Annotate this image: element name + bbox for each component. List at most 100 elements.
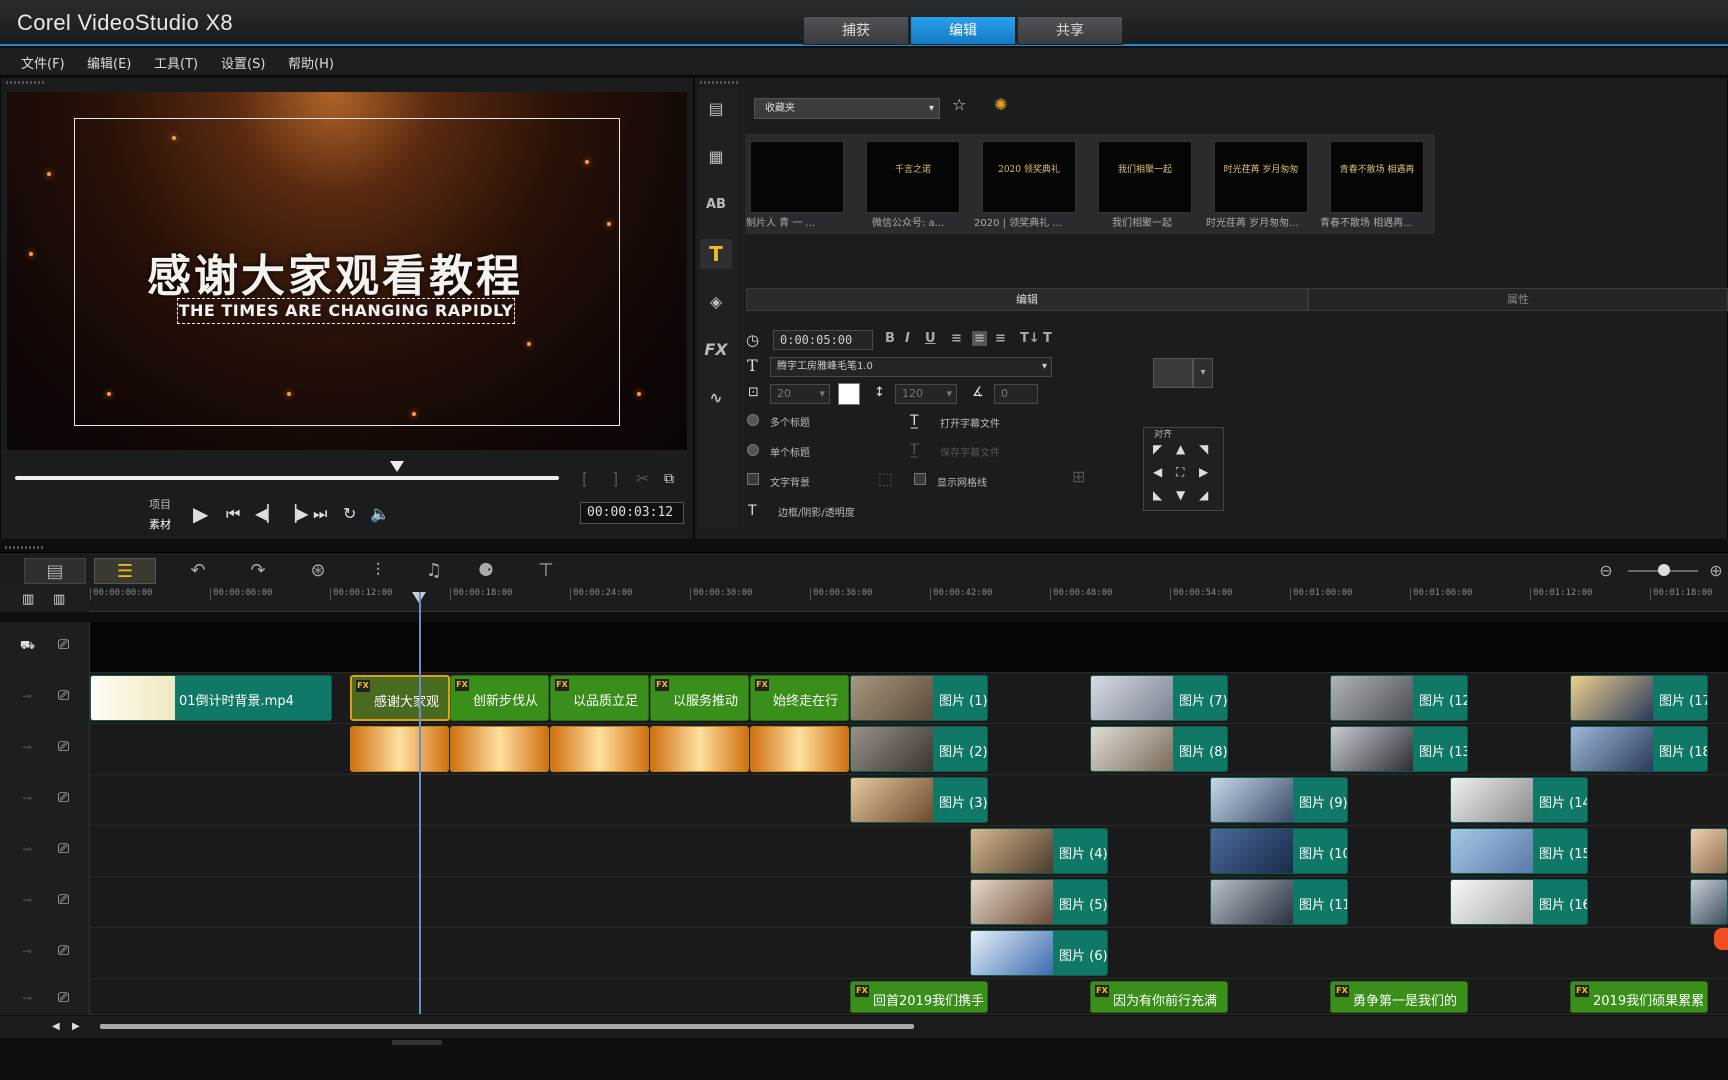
timeline-clip[interactable] [550,726,649,772]
align-top-right-icon[interactable]: ◥ [1199,440,1208,458]
lock-icon[interactable]: ⊸ [22,840,32,858]
mode-project-label[interactable]: 项目 [149,496,171,512]
timeline-clip[interactable]: 图片 (13 [1330,726,1468,772]
timeline-clip[interactable]: 图片 (8). [1090,726,1228,772]
menu-help[interactable]: 帮助(H) [288,53,334,72]
undo-icon[interactable]: ↶ [182,558,214,584]
align-bottom-icon[interactable]: ▼ [1176,486,1185,504]
timeline-scrollbar[interactable] [100,1024,914,1029]
volume-icon[interactable]: 🔈 [370,505,390,523]
single-title-radio[interactable] [747,444,759,456]
timeline-clip[interactable]: FX 创新步伐从 [450,675,549,721]
text-flip-icon[interactable]: T [1043,331,1052,346]
media-icon[interactable]: ▤ [700,94,732,124]
timeline-clip[interactable] [1690,828,1728,874]
transition-icon[interactable]: AB [700,190,732,220]
timeline-clip[interactable]: FX 始终走在行 [750,675,849,721]
font-select[interactable]: 腾字工房雅峰毛笔1.0 ▾ [770,357,1052,377]
tab-edit[interactable]: 编辑 [910,16,1016,45]
play-icon[interactable]: ▶ [193,504,208,524]
zoom-slider-handle[interactable] [1658,564,1670,576]
align-center-icon[interactable]: ≡ [972,331,987,346]
track-camera-icon[interactable]: ⎚ [58,636,69,654]
timeline-clip[interactable]: FX 因为有你前行充满 [1090,981,1228,1013]
get-more-content-icon[interactable]: ✺ [994,96,1007,114]
border-shadow-icon[interactable]: T [748,502,757,520]
scroll-left-icon[interactable]: ◀ [52,1018,60,1036]
menu-tools[interactable]: 工具(T) [154,53,198,72]
end-icon[interactable]: ⏭ [313,505,327,523]
timeline-clip[interactable]: FX 以品质立足 [550,675,649,721]
split-clip-icon[interactable]: ✂ [636,470,649,488]
mark-out-icon[interactable]: ] [612,470,618,488]
italic-icon[interactable]: I [905,331,910,346]
options-tab-attributes[interactable]: 属性 [1308,288,1728,311]
text-direction-icon[interactable]: T↓ [1020,331,1040,346]
playhead-line[interactable] [419,592,421,1014]
previous-frame-icon[interactable]: ◀▏ [255,505,280,523]
scrubber-track[interactable] [15,476,559,480]
timeline-clip[interactable] [450,726,549,772]
rotation-angle-field[interactable]: 0 [994,384,1038,404]
timeline-clip[interactable]: FX 回首2019我们携手 [850,981,988,1013]
enlarge-preview-icon[interactable]: ⧉ [664,470,674,488]
duration-field[interactable]: 0:00:05:00 [773,330,873,350]
add-favorite-icon[interactable]: ☆ [952,96,966,114]
save-subtitle-label[interactable]: 保存字幕文件 [940,444,1000,459]
align-right-edge-icon[interactable]: ▶ [1199,463,1208,481]
timeline-clip[interactable]: FX 以服务推动 [650,675,749,721]
mark-in-icon[interactable]: [ [582,470,588,488]
timeline-clip[interactable]: FX 勇争第一是我们的 [1330,981,1468,1013]
panel-grip[interactable] [5,546,45,549]
preset-dropdown-icon[interactable]: ▾ [1193,358,1213,388]
timeline-clip[interactable] [650,726,749,772]
menu-settings[interactable]: 设置(S) [221,53,265,72]
timeline-clip[interactable]: 01倒计时背景.mp4 [90,675,332,721]
repeat-icon[interactable]: ↻ [343,505,356,523]
panel-grip[interactable] [6,81,46,84]
track-camera-icon[interactable]: ⎚ [58,840,69,858]
track-camera-icon[interactable]: ⎚ [58,989,69,1007]
show-grid-checkbox[interactable] [914,473,926,485]
align-right-icon[interactable]: ≡ [995,331,1006,346]
scrubber-handle[interactable] [390,461,404,472]
notification-badge[interactable] [1714,928,1728,950]
timeline-clip[interactable]: 图片 (18 [1570,726,1708,772]
timeline-clip[interactable]: 图片 (15 [1450,828,1588,874]
align-bottom-left-icon[interactable]: ◣ [1153,486,1162,504]
timeline-view-icon[interactable]: ☰ [94,558,156,584]
timeline-clip[interactable]: 图片 (17 [1570,675,1708,721]
library-thumb-4[interactable]: 我们相聚一起 [1098,141,1192,213]
text-bg-settings-icon[interactable]: ⬚ [878,470,893,488]
tab-share[interactable]: 共享 [1017,16,1123,45]
timeline-clip[interactable]: FX 2019我们硕果累累 [1570,981,1708,1013]
open-subtitle-icon[interactable]: T̲ [910,412,919,430]
zoom-out-icon[interactable]: ⊖ [1590,558,1622,584]
zoom-in-icon[interactable]: ⊕ [1700,558,1728,584]
lock-icon[interactable]: ⊸ [22,891,32,909]
align-top-icon[interactable]: ▲ [1176,440,1185,458]
timeline-clip[interactable]: 图片 (3). [850,777,988,823]
title-icon[interactable]: T [700,239,732,269]
lock-icon[interactable]: ⊸ [22,687,32,705]
preview-title-english[interactable]: THE TIMES ARE CHANGING RAPIDLY [177,298,515,324]
timeline-clip[interactable]: 图片 (12 [1330,675,1468,721]
timeline-clip[interactable]: 图片 (11 [1210,879,1348,925]
menu-edit[interactable]: 编辑(E) [87,53,131,72]
record-capture-icon[interactable]: ⊛ [302,558,334,584]
track-camera-icon[interactable]: ⎚ [58,789,69,807]
track-options-icon[interactable]: ⛟ [20,636,35,654]
timecode-field[interactable]: 00:00:03:12 [580,502,684,524]
timeline-clip[interactable]: 图片 (2). [850,726,988,772]
library-thumb-6[interactable]: 青春不散场 相遇再 [1330,141,1424,213]
subtitle-editor-icon[interactable]: ⊤ [530,558,562,584]
track-camera-icon[interactable]: ⎚ [58,687,69,705]
align-top-left-icon[interactable]: ◤ [1153,440,1162,458]
library-category-select[interactable]: 收藏夹 ▾ [754,98,940,119]
open-subtitle-label[interactable]: 打开字幕文件 [940,415,1000,430]
home-icon[interactable]: ⏮ [226,505,240,523]
timeline-clip[interactable]: 图片 (10 [1210,828,1348,874]
filter-fx-icon[interactable]: FX [700,335,732,365]
library-thumb-1[interactable] [750,141,844,213]
line-spacing-select[interactable]: 120 ▾ [895,384,957,404]
